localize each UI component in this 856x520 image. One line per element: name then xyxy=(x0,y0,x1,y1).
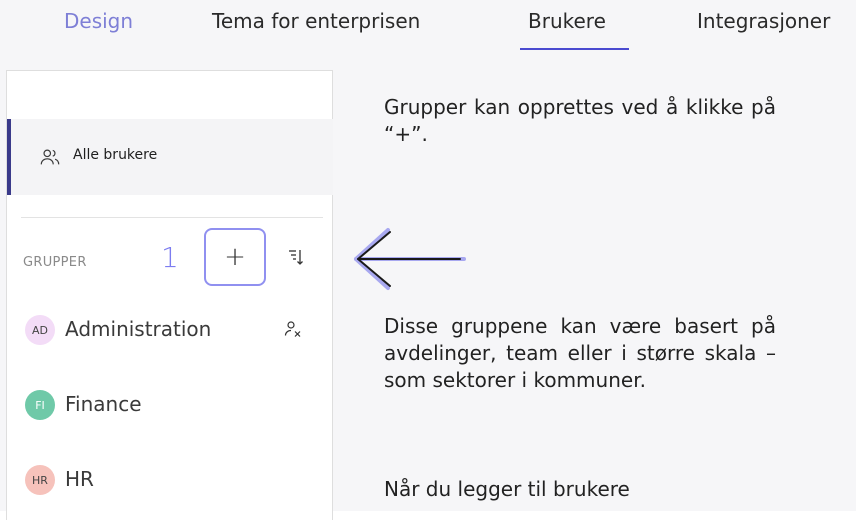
group-name: Administration xyxy=(65,317,212,341)
step-number: 1 xyxy=(161,241,179,274)
tab-tema-for-enterprisen[interactable]: Tema for enterprisen xyxy=(212,8,420,34)
tab-brukere[interactable]: Brukere xyxy=(528,8,606,34)
group-avatar: FI xyxy=(25,390,55,420)
group-avatar: AD xyxy=(25,315,55,345)
group-name: Finance xyxy=(65,392,142,416)
tab-design[interactable]: Design xyxy=(64,8,133,34)
arrow-left-icon xyxy=(354,228,466,290)
users-sidebar: Alle brukere GRUPPER 1 + AD Administrati… xyxy=(6,70,333,520)
instruction-paragraph-2: Disse gruppene kan være basert på avdeli… xyxy=(384,314,776,392)
group-row-hr[interactable]: HR HR xyxy=(25,461,325,497)
tab-integrasjoner[interactable]: Integrasjoner xyxy=(697,8,830,34)
all-users-label: Alle brukere xyxy=(73,147,158,163)
tab-bar: Design Tema for enterprisen Brukere Inte… xyxy=(0,0,856,62)
active-item-indicator xyxy=(7,119,11,195)
add-group-button[interactable]: + xyxy=(204,228,266,286)
divider xyxy=(21,217,323,218)
group-avatar: HR xyxy=(25,465,55,495)
group-name: HR xyxy=(65,467,94,491)
group-row-administration[interactable]: AD Administration xyxy=(25,311,325,347)
remove-user-icon[interactable] xyxy=(283,319,303,339)
users-icon xyxy=(40,149,60,165)
sidebar-item-all-users[interactable]: Alle brukere xyxy=(7,119,333,195)
sort-icon[interactable] xyxy=(287,247,305,267)
instruction-paragraph-1: Grupper kan opprettes ved å klikke på “+… xyxy=(384,95,776,146)
groups-header: GRUPPER xyxy=(23,255,87,270)
group-row-finance[interactable]: FI Finance xyxy=(25,386,325,422)
instruction-paragraph-3: Når du legger til brukere xyxy=(384,477,630,501)
active-tab-indicator xyxy=(520,48,629,50)
